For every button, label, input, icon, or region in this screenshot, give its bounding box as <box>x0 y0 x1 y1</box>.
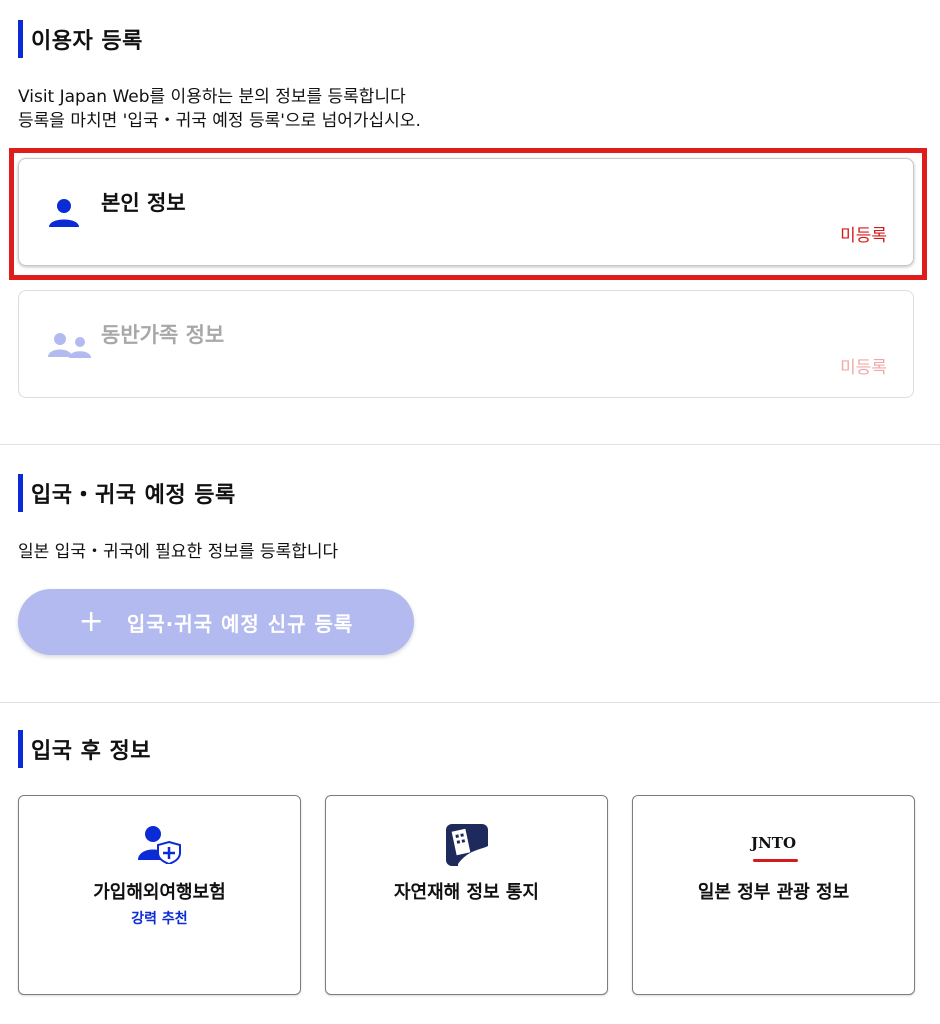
schedule-heading: 입국・귀국 예정 등록 <box>18 474 236 512</box>
section-divider <box>0 444 940 445</box>
desc-line-2: 등록을 마치면 '입국・귀국 예정 등록'으로 넘어가십시오. <box>18 111 421 131</box>
jnto-logo: JNTO <box>633 834 914 862</box>
disaster-info-label: 자연재해 정보 통지 <box>393 882 539 903</box>
section-divider <box>0 702 940 703</box>
companion-info-card[interactable]: 동반가족 정보 미등록 <box>18 290 914 398</box>
schedule-description: 일본 입국・귀국에 필요한 정보를 등록합니다 <box>18 542 339 562</box>
insurance-label: 가입해외여행보험 <box>93 882 226 903</box>
highlight-box <box>9 148 927 280</box>
tourism-info-label: 일본 정부 관광 정보 <box>697 882 850 903</box>
companion-info-title: 동반가족 정보 <box>101 323 225 347</box>
companion-info-status: 미등록 <box>840 358 887 378</box>
user-registration-heading: 이용자 등록 <box>18 20 143 58</box>
heading-accent-bar <box>18 474 23 512</box>
new-schedule-label: 입국·귀국 예정 신규 등록 <box>126 611 354 636</box>
new-schedule-button[interactable]: + 입국·귀국 예정 신규 등록 <box>18 589 414 655</box>
insurance-icon <box>19 824 300 864</box>
jnto-swoosh <box>752 859 799 862</box>
schedule-title: 입국・귀국 예정 등록 <box>31 483 236 508</box>
family-icon <box>47 331 95 363</box>
insurance-tile[interactable]: 가입해외여행보험 강력 추천 <box>18 795 301 995</box>
after-entry-title: 입국 후 정보 <box>31 739 152 764</box>
jnto-logo-text: JNTO <box>750 834 797 852</box>
user-registration-description: Visit Japan Web를 이용하는 분의 정보를 등록합니다 등록을 마… <box>18 85 421 133</box>
after-entry-heading: 입국 후 정보 <box>18 730 151 768</box>
plus-icon: + <box>78 604 105 639</box>
heading-accent-bar <box>18 730 23 768</box>
tourism-info-tile[interactable]: JNTO 일본 정부 관광 정보 <box>632 795 915 995</box>
user-registration-title: 이용자 등록 <box>31 29 143 54</box>
disaster-icon <box>326 824 607 866</box>
recommended-badge: 강력 추천 <box>131 911 188 927</box>
heading-accent-bar <box>18 20 23 58</box>
disaster-info-tile[interactable]: 자연재해 정보 통지 <box>325 795 608 995</box>
desc-line-1: Visit Japan Web를 이용하는 분의 정보를 등록합니다 <box>18 87 406 107</box>
